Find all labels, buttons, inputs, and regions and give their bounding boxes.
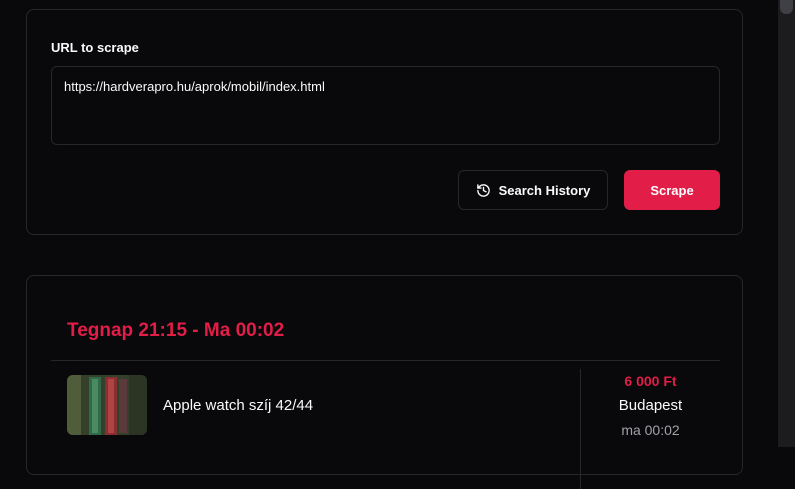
listing-time: ma 00:02 <box>621 422 680 438</box>
results-card: Tegnap 21:15 - Ma 00:02 Apple watch szíj… <box>26 275 743 489</box>
listing-item[interactable]: Apple watch szíj 42/44 6 000 Ft Budapest… <box>51 361 720 489</box>
scrape-button[interactable]: Scrape <box>624 170 720 210</box>
history-icon <box>476 183 491 198</box>
listing-price: 6 000 Ft <box>624 373 677 389</box>
url-input[interactable]: https://hardverapro.hu/aprok/mobil/index… <box>51 66 720 145</box>
listing-city: Budapest <box>618 397 683 414</box>
scrape-label: Scrape <box>650 182 694 198</box>
listing-thumbnail[interactable] <box>67 375 147 435</box>
search-history-label: Search History <box>498 182 591 198</box>
scrape-form-card: URL to scrape https://hardverapro.hu/apr… <box>26 9 743 235</box>
listing-title[interactable]: Apple watch szíj 42/44 <box>163 397 313 414</box>
url-label: URL to scrape <box>51 40 139 55</box>
scrollbar-thumb[interactable] <box>780 0 793 14</box>
url-input-value: https://hardverapro.hu/aprok/mobil/index… <box>64 79 325 94</box>
time-range-title: Tegnap 21:15 - Ma 00:02 <box>67 320 285 341</box>
scrollbar[interactable] <box>778 0 795 447</box>
search-history-button[interactable]: Search History <box>458 170 608 210</box>
